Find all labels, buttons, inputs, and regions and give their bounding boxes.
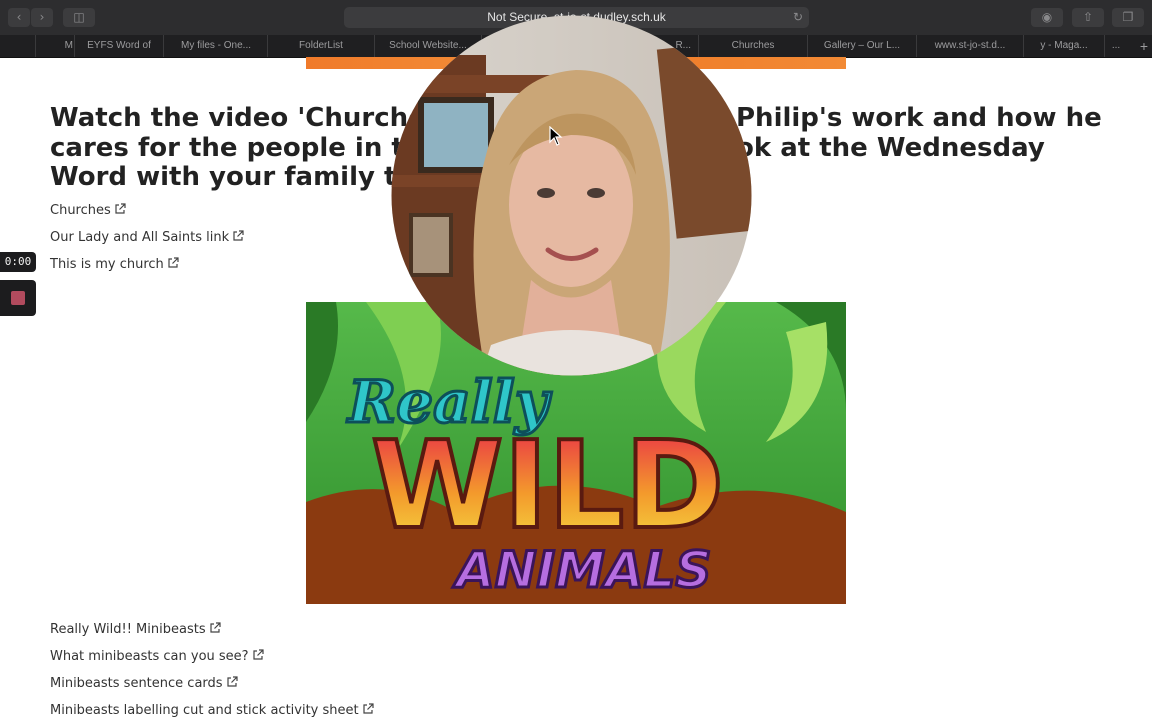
stop-icon [11, 291, 25, 305]
forward-button[interactable]: › [31, 8, 53, 27]
tab-item[interactable]: Gallery – Our L... [807, 35, 916, 57]
link-what-minibeasts[interactable]: What minibeasts can you see? [50, 647, 374, 674]
webcam-bubble[interactable] [391, 15, 752, 376]
tab-item[interactable]: www.st-jo-st.d... [916, 35, 1023, 57]
stop-recording-button[interactable] [0, 280, 36, 316]
new-tab-icon[interactable]: + [1140, 35, 1148, 57]
link-churches[interactable]: Churches [50, 201, 244, 228]
external-link-icon [252, 649, 264, 660]
sidebar-button[interactable]: ◫ [63, 8, 95, 27]
link-labelling-sheet[interactable]: Minibeasts labelling cut and stick activ… [50, 701, 374, 728]
tabs-overview-button[interactable]: ❐ [1112, 8, 1144, 27]
minibeast-links-list: Really Wild!! Minibeasts What minibeasts… [50, 620, 374, 728]
link-sentence-cards[interactable]: Minibeasts sentence cards [50, 674, 374, 701]
tab-item[interactable]: ... [1104, 35, 1127, 57]
external-link-icon [115, 203, 126, 214]
external-link-icon [210, 622, 221, 633]
tab-item[interactable]: EYFS Word of [74, 35, 163, 57]
extension-button[interactable]: ◉ [1031, 8, 1063, 27]
tab-item[interactable]: FolderList [267, 35, 374, 57]
link-our-lady[interactable]: Our Lady and All Saints link [50, 228, 244, 255]
tab-item[interactable]: y - Maga... [1023, 35, 1104, 57]
external-link-icon [168, 257, 179, 268]
tab-item[interactable]: My files - One... [163, 35, 268, 57]
external-link-icon [233, 230, 244, 241]
back-button[interactable]: ‹ [8, 8, 30, 27]
image-title-animals: ANIMALS [452, 541, 711, 599]
mouse-cursor-icon [549, 126, 563, 146]
church-links-list: Churches Our Lady and All Saints link Th… [50, 201, 244, 282]
external-link-icon [363, 703, 374, 714]
link-my-church[interactable]: This is my church [50, 255, 244, 282]
link-really-wild-minibeasts[interactable]: Really Wild!! Minibeasts [50, 620, 374, 647]
share-button[interactable]: ⇧ [1072, 8, 1104, 27]
external-link-icon [226, 676, 238, 687]
image-title-wild: WILD [371, 417, 724, 556]
tab-item[interactable]: M [35, 35, 75, 57]
recording-timer: 0:00 [0, 252, 36, 272]
reload-icon[interactable]: ↻ [793, 7, 803, 28]
